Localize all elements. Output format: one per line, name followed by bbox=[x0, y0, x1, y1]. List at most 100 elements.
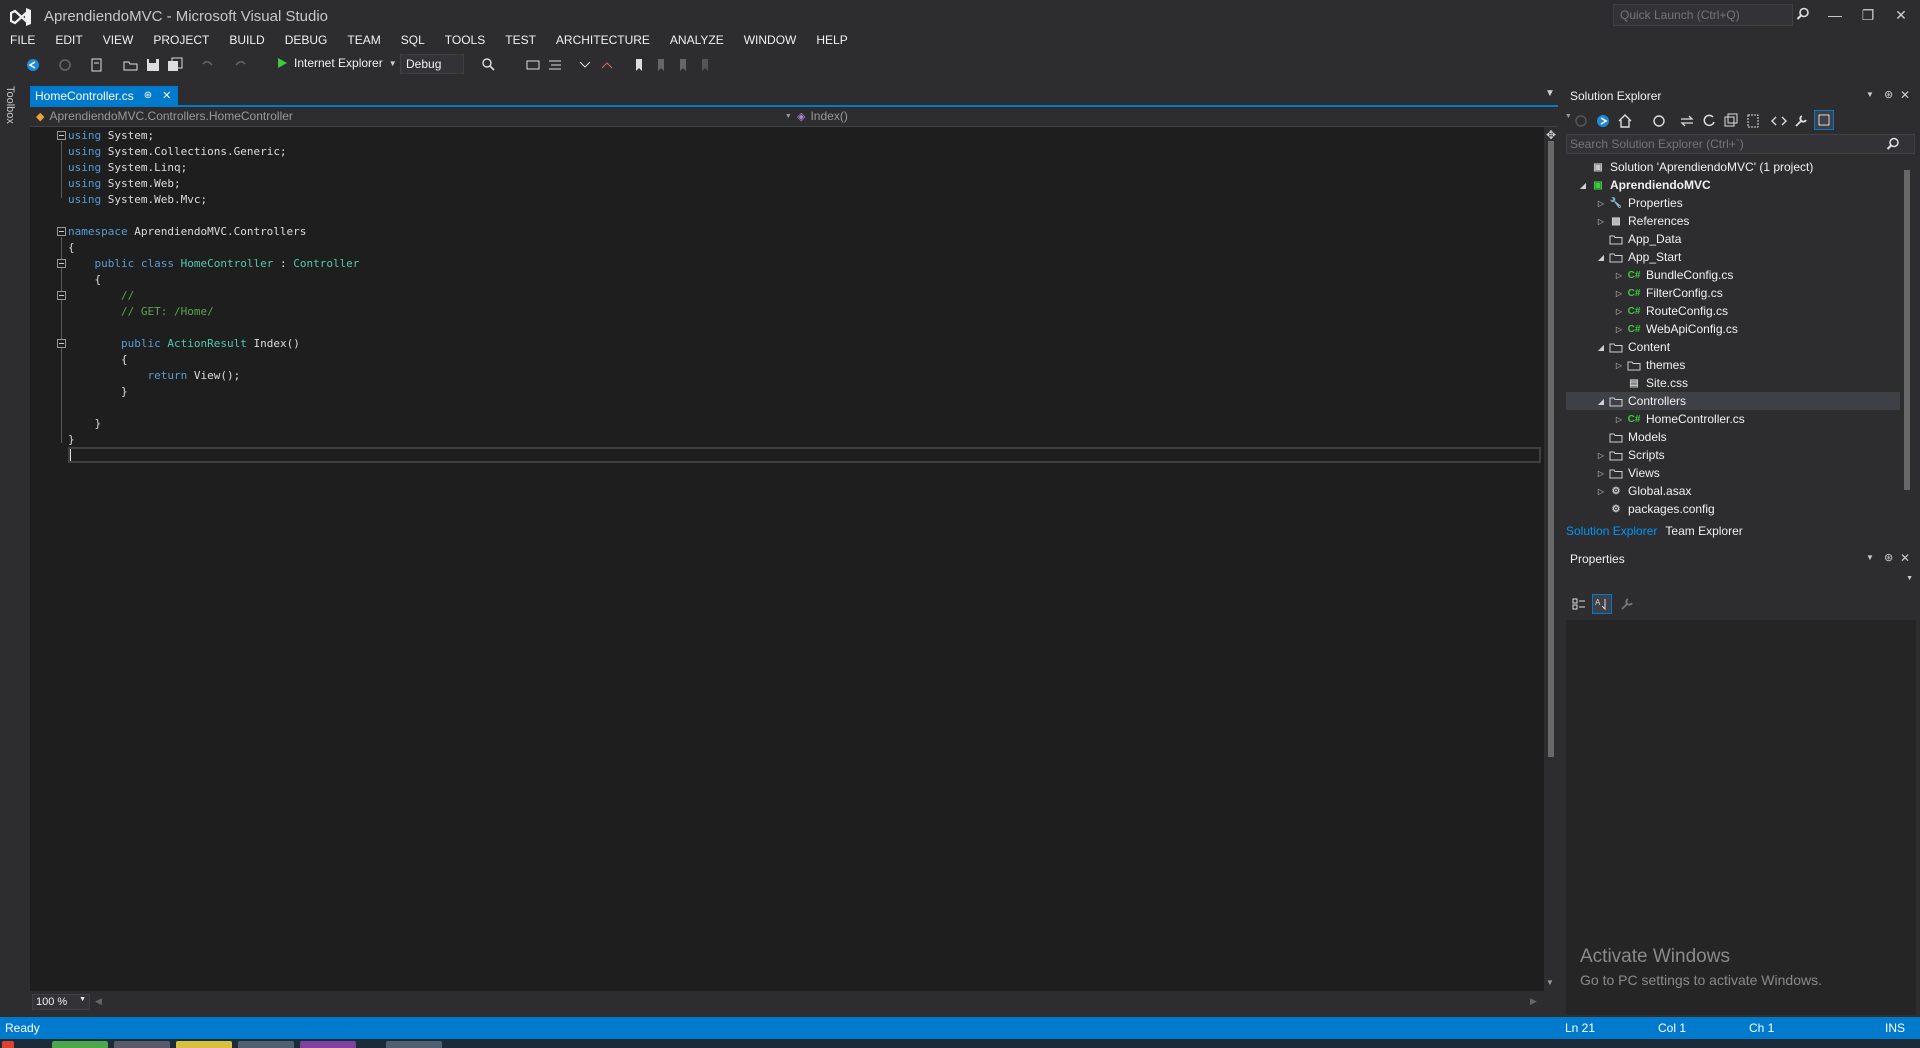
menu-build[interactable]: BUILD bbox=[219, 30, 274, 50]
solution-configurations-icon[interactable] bbox=[524, 56, 542, 74]
preview-selected-items-icon[interactable] bbox=[1814, 110, 1834, 130]
tree-item[interactable]: ▷ Scripts bbox=[1566, 446, 1900, 464]
collapsed-arrow-icon[interactable]: ▷ bbox=[1612, 325, 1626, 334]
collapsed-arrow-icon[interactable]: ▷ bbox=[1612, 415, 1626, 424]
editor-scroll-thumb[interactable] bbox=[1548, 141, 1554, 757]
collapse-comment-icon[interactable] bbox=[57, 291, 66, 300]
toolbox-tab[interactable]: Toolbox bbox=[4, 86, 16, 124]
menu-project[interactable]: PROJECT bbox=[143, 30, 219, 50]
new-project-icon[interactable] bbox=[88, 56, 106, 74]
redo-icon[interactable] bbox=[232, 56, 250, 74]
pin-icon[interactable]: ⊛ bbox=[1884, 551, 1893, 564]
collapsed-arrow-icon[interactable]: ▷ bbox=[1594, 199, 1608, 208]
bookmark-icon[interactable] bbox=[630, 56, 648, 74]
taskbar-app-button[interactable] bbox=[238, 1041, 294, 1048]
solution-configuration-dropdown[interactable]: Debug bbox=[400, 54, 464, 74]
refresh-icon[interactable] bbox=[1700, 112, 1718, 130]
sync-with-document-icon[interactable] bbox=[1678, 112, 1696, 130]
taskbar-app-button[interactable] bbox=[176, 1041, 232, 1048]
menu-tools[interactable]: TOOLS bbox=[435, 30, 495, 50]
forward-icon[interactable] bbox=[1594, 112, 1612, 130]
collapse-namespace-icon[interactable] bbox=[57, 227, 66, 236]
save-icon[interactable] bbox=[144, 56, 162, 74]
close-window-button[interactable]: ✕ bbox=[1886, 4, 1916, 26]
menu-help[interactable]: HELP bbox=[806, 30, 857, 50]
start-debugging-button[interactable]: Internet Explorer ▼ bbox=[276, 56, 397, 70]
collapsed-arrow-icon[interactable]: ▷ bbox=[1612, 289, 1626, 298]
tree-item[interactable]: ▷ themes bbox=[1566, 356, 1900, 374]
tab-homecontroller[interactable]: HomeController.cs ⊛ ✕ bbox=[30, 86, 178, 105]
collapsed-arrow-icon[interactable]: ▷ bbox=[1594, 451, 1608, 460]
navigate-back-icon[interactable] bbox=[24, 56, 42, 74]
next-bookmark-icon[interactable] bbox=[674, 56, 692, 74]
categorized-icon[interactable] bbox=[1570, 595, 1588, 613]
tree-item[interactable]: ▷ C# RouteConfig.cs bbox=[1566, 302, 1900, 320]
close-icon[interactable]: ✕ bbox=[162, 89, 171, 102]
collapse-using-icon[interactable] bbox=[57, 131, 66, 140]
code-text[interactable]: using System; using System.Collections.Ge… bbox=[68, 128, 359, 448]
panel-menu-chevron-icon[interactable]: ▼ bbox=[1866, 90, 1874, 99]
scroll-down-arrow-icon[interactable]: ▼ bbox=[1546, 978, 1554, 987]
tree-item[interactable]: ⚙ packages.config bbox=[1566, 500, 1900, 518]
menu-architecture[interactable]: ARCHITECTURE bbox=[546, 30, 660, 50]
property-pages-wrench-icon[interactable] bbox=[1618, 595, 1636, 613]
tree-item[interactable]: ▷ C# WebApiConfig.cs bbox=[1566, 320, 1900, 338]
menu-view[interactable]: VIEW bbox=[93, 30, 144, 50]
taskbar-app-button[interactable] bbox=[52, 1041, 108, 1048]
taskbar-app-button[interactable] bbox=[386, 1041, 442, 1048]
tree-item[interactable]: ▤ Site.css bbox=[1566, 374, 1900, 392]
menu-analyze[interactable]: ANALYZE bbox=[660, 30, 734, 50]
quick-launch-input[interactable] bbox=[1614, 5, 1764, 25]
menu-file[interactable]: FILE bbox=[0, 30, 45, 50]
open-file-icon[interactable] bbox=[122, 56, 140, 74]
minimize-button[interactable]: — bbox=[1820, 4, 1850, 26]
panel-menu-chevron-icon[interactable]: ▼ bbox=[1866, 553, 1874, 562]
tab-list-dropdown-icon[interactable]: ▼ bbox=[1545, 88, 1555, 99]
alphabetical-icon[interactable]: A bbox=[1592, 594, 1612, 614]
tree-item[interactable]: ▷ C# FilterConfig.cs bbox=[1566, 284, 1900, 302]
tree-item[interactable]: ▷ C# BundleConfig.cs bbox=[1566, 266, 1900, 284]
close-icon[interactable]: ✕ bbox=[1900, 88, 1910, 102]
menu-sql[interactable]: SQL bbox=[391, 30, 435, 50]
collapsed-arrow-icon[interactable]: ▷ bbox=[1612, 271, 1626, 280]
find-in-files-icon[interactable] bbox=[480, 56, 498, 74]
navigate-forward-icon[interactable] bbox=[56, 56, 74, 74]
menu-test[interactable]: TEST bbox=[495, 30, 546, 50]
menu-edit[interactable]: EDIT bbox=[45, 30, 92, 50]
tree-item[interactable]: ▣ Solution 'AprendiendoMVC' (1 project) bbox=[1566, 158, 1900, 176]
member-dropdown[interactable]: ◈ Index() ▼ bbox=[797, 109, 1572, 123]
expanded-arrow-icon[interactable]: ◢ bbox=[1594, 253, 1608, 262]
tree-item[interactable]: ◢ ▣ AprendiendoMVC bbox=[1566, 176, 1900, 194]
tree-item[interactable]: ▷ ⚙ Global.asax bbox=[1566, 482, 1900, 500]
properties-wrench-icon[interactable] bbox=[1792, 112, 1810, 130]
solution-tree-scroll-thumb[interactable] bbox=[1904, 170, 1910, 490]
close-icon[interactable]: ✕ bbox=[1900, 551, 1910, 565]
undo-icon[interactable] bbox=[198, 56, 216, 74]
scroll-right-arrow-icon[interactable]: ▶ bbox=[1530, 996, 1537, 1007]
back-icon[interactable] bbox=[1572, 112, 1590, 130]
taskbar-start-button[interactable] bbox=[2, 1041, 14, 1048]
tree-item[interactable]: ◢ Content bbox=[1566, 338, 1900, 356]
search-icon[interactable] bbox=[1796, 7, 1810, 21]
home-icon[interactable] bbox=[1616, 112, 1634, 130]
scroll-left-arrow-icon[interactable]: ◀ bbox=[95, 996, 102, 1007]
properties-object-dropdown[interactable]: ▼ bbox=[1570, 572, 1915, 590]
expanded-arrow-icon[interactable]: ◢ bbox=[1576, 181, 1590, 190]
taskbar-app-button[interactable] bbox=[114, 1041, 170, 1048]
tree-item[interactable]: App_Data bbox=[1566, 230, 1900, 248]
split-window-icon[interactable]: ✥ bbox=[1544, 128, 1558, 142]
collapsed-arrow-icon[interactable]: ▷ bbox=[1612, 361, 1626, 370]
class-dropdown[interactable]: ◆ AprendiendoMVC.Controllers.HomeControl… bbox=[36, 109, 792, 123]
solution-search-input[interactable] bbox=[1567, 135, 1867, 153]
tree-item[interactable]: ▷ 🔧 Properties bbox=[1566, 194, 1900, 212]
collapsed-arrow-icon[interactable]: ▷ bbox=[1594, 469, 1608, 478]
tree-item[interactable]: ▷ C# HomeController.cs bbox=[1566, 410, 1900, 428]
view-code-icon[interactable] bbox=[1770, 112, 1788, 130]
tree-item[interactable]: ◢ App_Start bbox=[1566, 248, 1900, 266]
restore-button[interactable]: ❐ bbox=[1853, 4, 1883, 26]
show-all-files-icon[interactable] bbox=[1744, 112, 1762, 130]
pin-icon[interactable]: ⊛ bbox=[144, 90, 152, 101]
comment-out-icon[interactable] bbox=[576, 56, 594, 74]
tree-item[interactable]: ▷ Views bbox=[1566, 464, 1900, 482]
menu-team[interactable]: TEAM bbox=[337, 30, 390, 50]
